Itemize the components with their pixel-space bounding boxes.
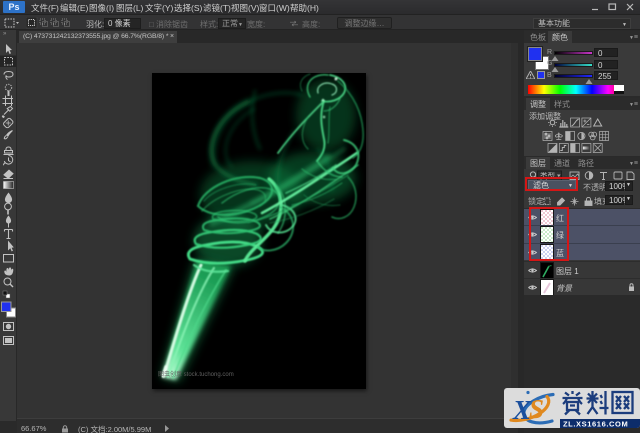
svg-text:ZL.XS1616.COM: ZL.XS1616.COM: [563, 420, 628, 429]
svg-text:S: S: [529, 394, 544, 424]
